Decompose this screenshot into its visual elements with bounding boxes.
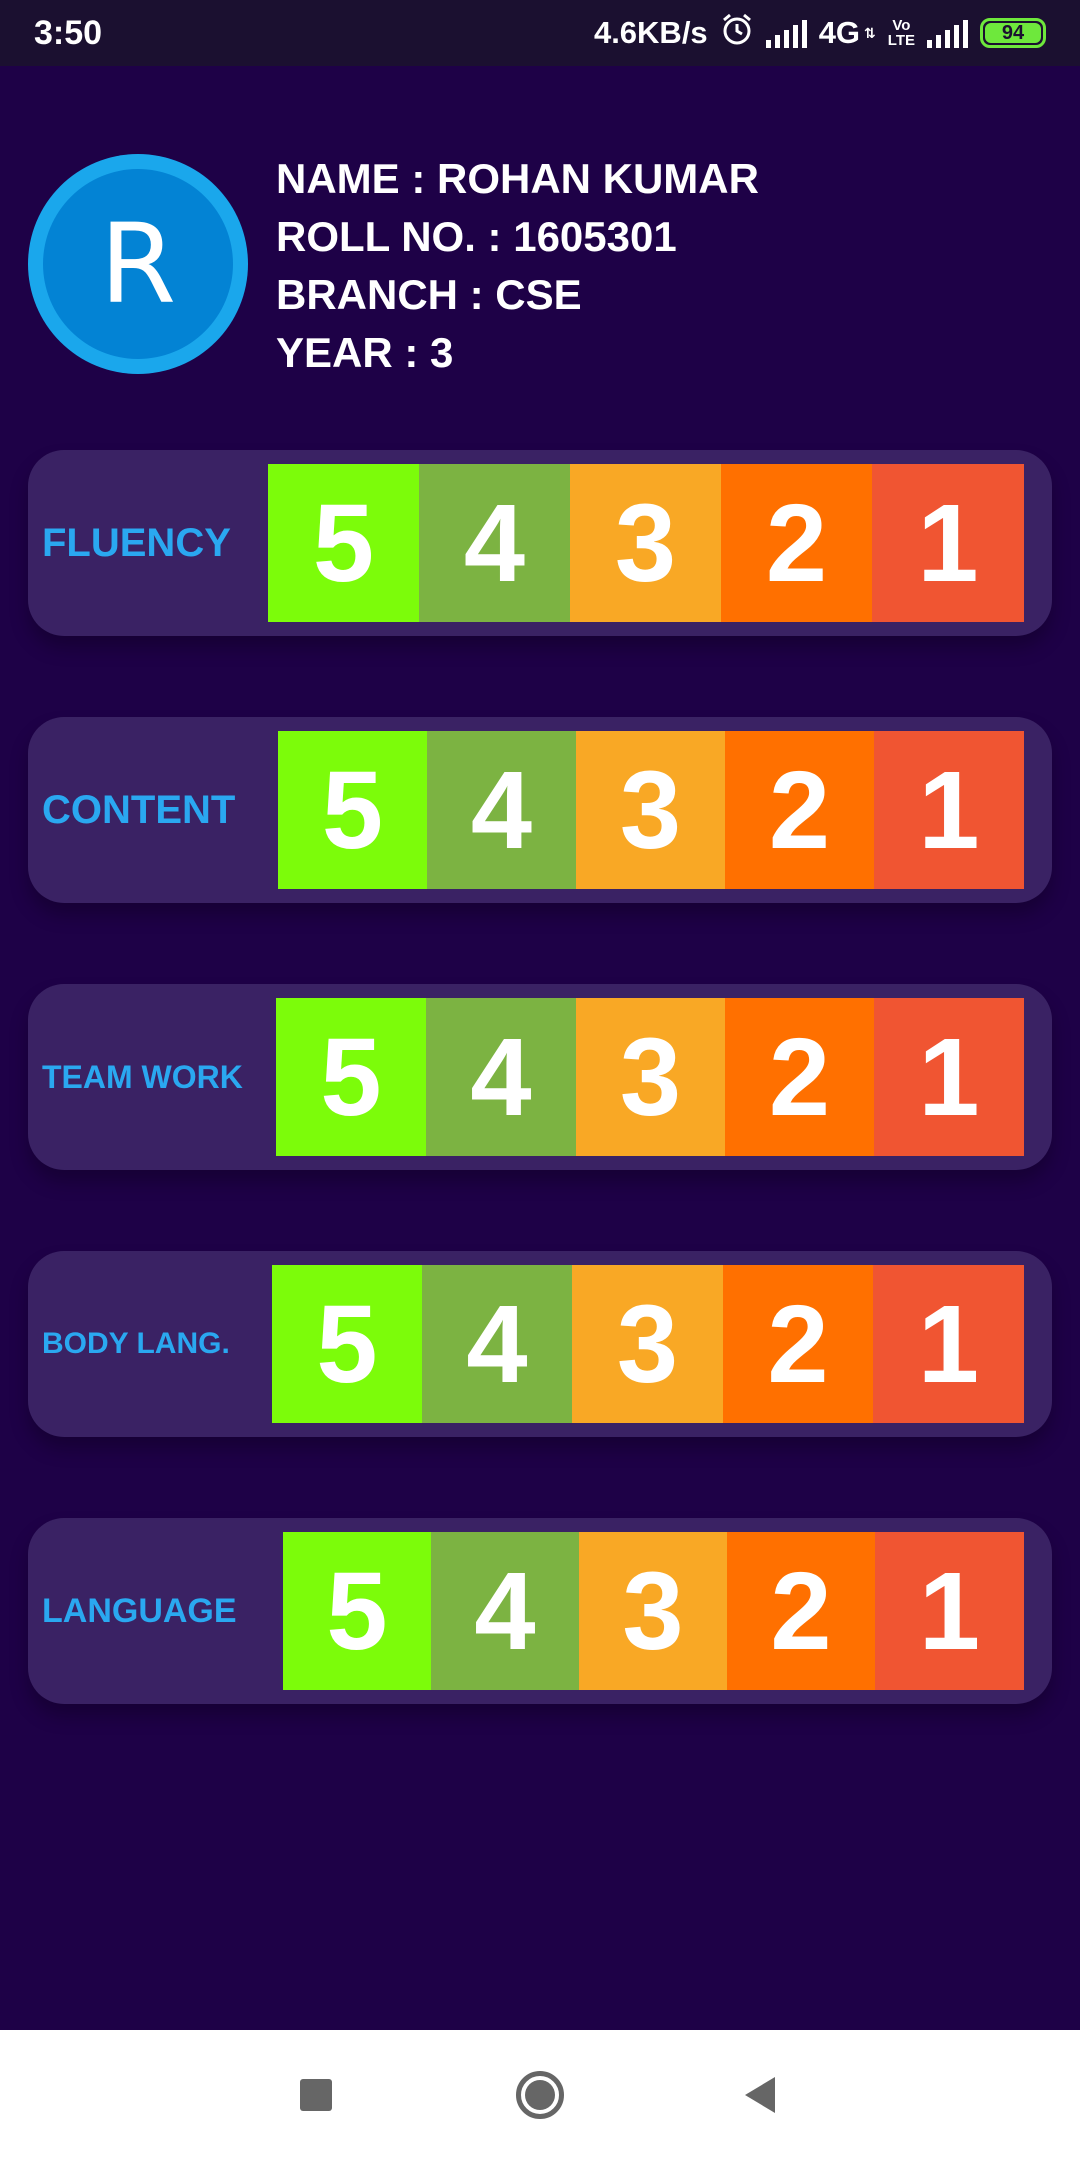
- score-1-button[interactable]: 1: [873, 1265, 1024, 1423]
- score-5-button[interactable]: 5: [276, 998, 426, 1156]
- student-branch: BRANCH : CSE: [276, 271, 582, 318]
- signal-icon: [765, 18, 807, 48]
- student-info: NAME : ROHAN KUMAR ROLL NO. : 1605301 BR…: [276, 150, 759, 382]
- back-button[interactable]: [710, 2030, 810, 2160]
- rating-scale: 5 4 3 2 1: [268, 464, 1024, 622]
- avatar-letter: R: [43, 169, 233, 359]
- avatar: R: [28, 154, 248, 374]
- rating-card-body-language: BODY LANG. 5 4 3 2 1: [28, 1251, 1052, 1437]
- rating-scale: 5 4 3 2 1: [272, 1265, 1024, 1423]
- app-screen: 3:50 4.6KB/s 4G ⇅ Vo LTE 94 R NAME: ROH…: [0, 0, 1080, 2160]
- score-1-button[interactable]: 1: [874, 998, 1024, 1156]
- rating-scale: 5 4 3 2 1: [283, 1532, 1024, 1690]
- recents-button[interactable]: [266, 2030, 366, 2160]
- score-2-button[interactable]: 2: [727, 1532, 875, 1690]
- score-3-button[interactable]: 3: [576, 731, 725, 889]
- score-1-button[interactable]: 1: [872, 464, 1024, 622]
- score-4-button[interactable]: 4: [427, 731, 576, 889]
- battery-level: 94: [985, 22, 1041, 44]
- score-3-button[interactable]: 3: [579, 1532, 727, 1690]
- data-arrows-icon: ⇅: [864, 24, 876, 41]
- network-type: 4G: [818, 15, 861, 50]
- rating-card-language: LANGUAGE 5 4 3 2 1: [28, 1518, 1052, 1704]
- score-4-button[interactable]: 4: [431, 1532, 579, 1690]
- score-1-button[interactable]: 1: [875, 1532, 1024, 1690]
- score-5-button[interactable]: 5: [272, 1265, 422, 1423]
- rating-card-content: CONTENT 5 4 3 2 1: [28, 717, 1052, 903]
- score-5-button[interactable]: 5: [278, 731, 427, 889]
- rating-scale: 5 4 3 2 1: [276, 998, 1024, 1156]
- criterion-label: LANGUAGE: [42, 1591, 237, 1630]
- network-speed: 4.6KB/s: [593, 15, 708, 50]
- student-year: YEAR : 3: [276, 329, 454, 376]
- score-5-button[interactable]: 5: [268, 464, 419, 622]
- score-2-button[interactable]: 2: [725, 998, 874, 1156]
- rating-card-fluency: FLUENCY 5 4 3 2 1: [28, 450, 1052, 636]
- score-3-button[interactable]: 3: [570, 464, 721, 622]
- status-time: 3:50: [34, 13, 103, 52]
- status-icons: 4.6KB/s 4G ⇅ Vo LTE 94: [594, 12, 1046, 54]
- rating-scale: 5 4 3 2 1: [278, 731, 1024, 889]
- student-roll: ROLL NO. : 1605301: [276, 213, 677, 260]
- score-3-button[interactable]: 3: [572, 1265, 723, 1423]
- score-4-button[interactable]: 4: [422, 1265, 572, 1423]
- circle-icon: [516, 2071, 564, 2119]
- score-1-button[interactable]: 1: [874, 731, 1024, 889]
- criterion-label: BODY LANG.: [42, 1327, 230, 1360]
- triangle-icon: [745, 2077, 775, 2113]
- student-name: NAME : ROHAN KUMAR: [276, 155, 759, 202]
- square-icon: [300, 2079, 332, 2111]
- score-2-button[interactable]: 2: [723, 1265, 873, 1423]
- score-5-button[interactable]: 5: [283, 1532, 431, 1690]
- battery-icon: 94: [980, 18, 1046, 48]
- score-4-button[interactable]: 4: [419, 464, 570, 622]
- criterion-label: CONTENT: [42, 787, 236, 832]
- home-button[interactable]: [490, 2030, 590, 2160]
- criterion-label: TEAM WORK: [42, 1058, 243, 1095]
- criterion-label: FLUENCY: [42, 520, 231, 565]
- score-4-button[interactable]: 4: [426, 998, 576, 1156]
- volte-icon: Vo LTE: [887, 17, 915, 49]
- score-3-button[interactable]: 3: [576, 998, 725, 1156]
- rating-card-team-work: TEAM WORK 5 4 3 2 1: [28, 984, 1052, 1170]
- score-2-button[interactable]: 2: [725, 731, 874, 889]
- signal-icon-2: [927, 18, 968, 48]
- score-2-button[interactable]: 2: [721, 464, 872, 622]
- navigation-bar: [0, 2030, 1080, 2160]
- status-bar: 3:50 4.6KB/s 4G ⇅ Vo LTE 94: [0, 0, 1080, 66]
- alarm-icon: [720, 12, 754, 54]
